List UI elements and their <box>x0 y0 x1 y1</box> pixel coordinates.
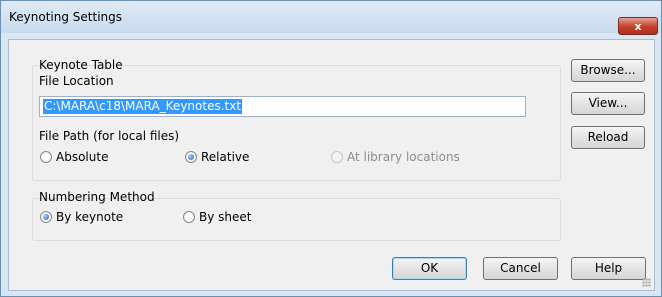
help-button[interactable]: Help <box>571 257 646 280</box>
radio-by-sheet[interactable]: By sheet <box>183 210 251 224</box>
radio-relative-indicator <box>185 151 197 163</box>
radio-absolute-indicator <box>40 151 52 163</box>
file-location-input[interactable]: C:\MARA\c18\MARA_Keynotes.txt <box>39 96 526 117</box>
radio-at-library-locations-label: At library locations <box>347 150 460 164</box>
cancel-button[interactable]: Cancel <box>483 257 558 280</box>
radio-relative-label: Relative <box>201 150 250 164</box>
radio-by-keynote-label: By keynote <box>56 210 124 224</box>
radio-at-library-locations[interactable]: At library locations <box>331 150 460 164</box>
radio-by-sheet-indicator <box>183 211 195 223</box>
radio-absolute-label: Absolute <box>56 150 109 164</box>
dialog-title: Keynoting Settings <box>9 10 122 24</box>
file-location-label: File Location <box>39 74 114 88</box>
browse-button[interactable]: Browse... <box>571 59 645 82</box>
file-location-value: C:\MARA\c18\MARA_Keynotes.txt <box>43 99 243 114</box>
file-path-label: File Path (for local files) <box>39 129 180 143</box>
numbering-method-legend: Numbering Method <box>39 190 155 204</box>
reload-button[interactable]: Reload <box>571 126 645 149</box>
ok-button[interactable]: OK <box>392 257 467 280</box>
keynoting-settings-dialog: Keynoting Settings x Keynote Table File … <box>0 0 662 297</box>
close-icon: x <box>634 20 642 33</box>
title-bar[interactable]: Keynoting Settings x <box>1 1 661 35</box>
view-button[interactable]: View... <box>571 92 645 115</box>
radio-absolute[interactable]: Absolute <box>40 150 108 164</box>
keynote-table-legend: Keynote Table <box>39 58 123 72</box>
radio-by-keynote-indicator <box>40 211 52 223</box>
dialog-client-area: Keynote Table File Location C:\MARA\c18\… <box>8 39 655 291</box>
resize-grip-icon[interactable] <box>642 278 651 287</box>
radio-by-keynote[interactable]: By keynote <box>40 210 123 224</box>
radio-by-sheet-label: By sheet <box>199 210 252 224</box>
close-button[interactable]: x <box>618 17 658 35</box>
radio-relative[interactable]: Relative <box>185 150 249 164</box>
radio-at-library-locations-indicator <box>331 151 343 163</box>
